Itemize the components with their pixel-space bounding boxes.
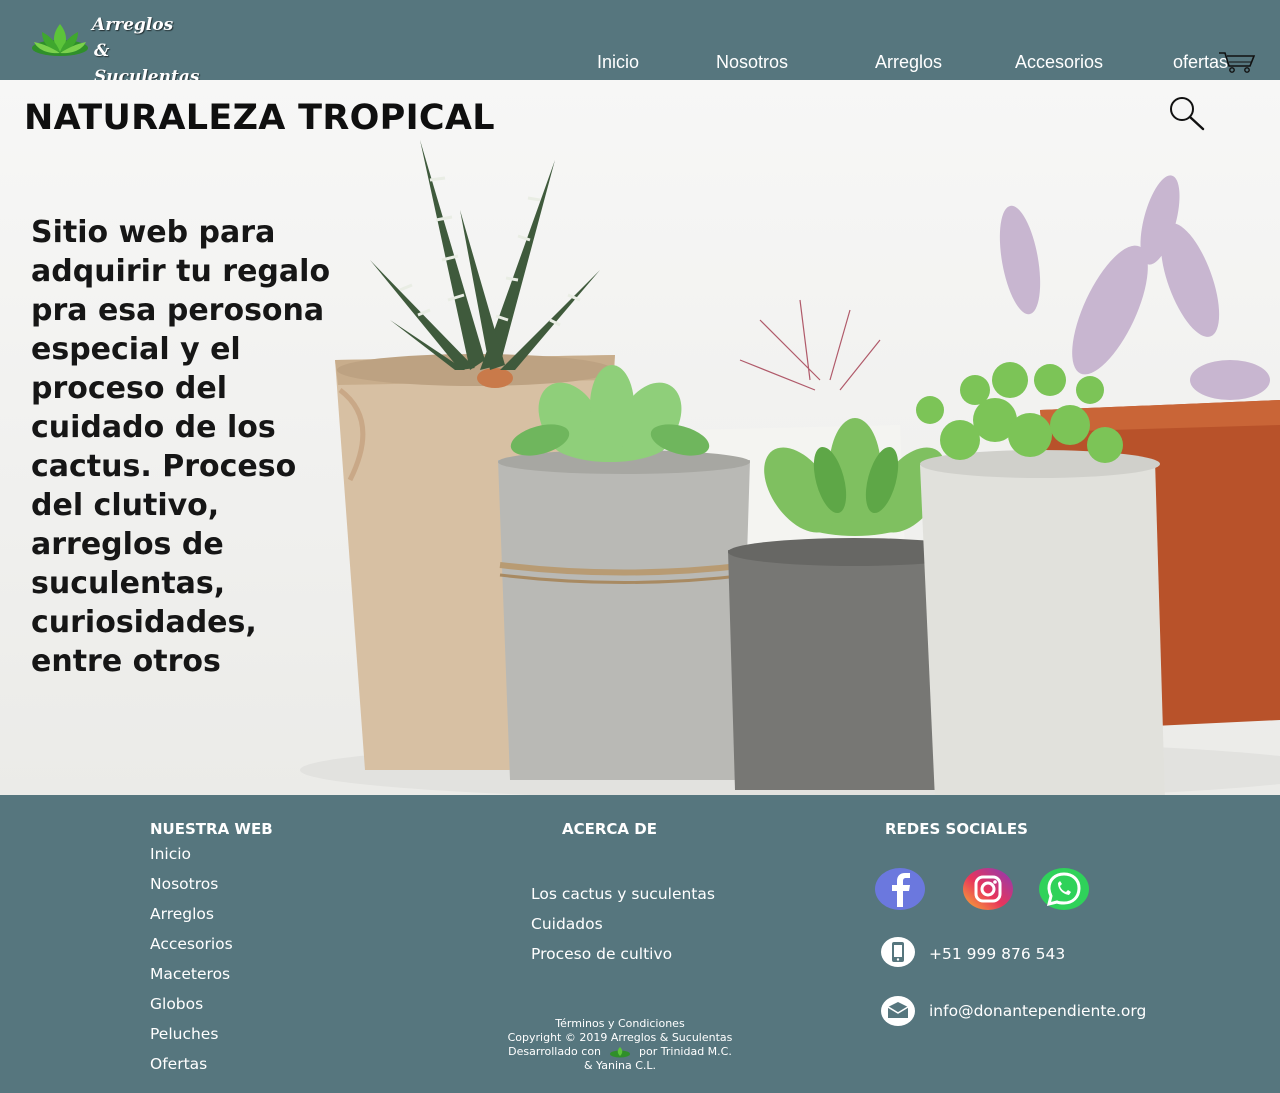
email-icon: [881, 996, 915, 1026]
hero-section: NATURALEZA TROPICAL Sitio web para adqui…: [0, 80, 1280, 795]
terms-link[interactable]: Términos y Condiciones: [490, 1017, 750, 1031]
footer-link-cactus-suculentas[interactable]: Los cactus y suculentas: [531, 885, 715, 903]
footer-link-arreglos[interactable]: Arreglos: [150, 905, 214, 923]
nav-item-nosotros[interactable]: Nosotros: [716, 52, 788, 73]
footer-link-inicio[interactable]: Inicio: [150, 845, 191, 863]
developer-line-2: & Yanina C.L.: [583, 1059, 657, 1072]
whatsapp-icon[interactable]: [1038, 867, 1090, 911]
site-footer: NUESTRA WEB Inicio Nosotros Arreglos Acc…: [0, 795, 1280, 1093]
footer-link-nosotros[interactable]: Nosotros: [150, 875, 218, 893]
footer-link-accesorios[interactable]: Accesorios: [150, 935, 233, 953]
brand-name: Arreglos & Suculentas: [92, 12, 200, 90]
hero-description: Sitio web para adquirir tu regalo pra es…: [31, 215, 331, 679]
instagram-icon[interactable]: [962, 867, 1014, 911]
lotus-leaves-icon: [610, 1047, 631, 1058]
shopping-cart-icon[interactable]: [1218, 50, 1256, 74]
footer-heading-nuestra-web: NUESTRA WEB: [150, 820, 273, 838]
footer-link-proceso-cultivo[interactable]: Proceso de cultivo: [531, 945, 672, 963]
footer-link-cuidados[interactable]: Cuidados: [531, 915, 603, 933]
footer-legal: Términos y Condiciones Copyright © 2019 …: [490, 1017, 750, 1073]
brand-line-1: Arreglos: [92, 15, 174, 35]
footer-link-maceteros[interactable]: Maceteros: [150, 965, 230, 983]
footer-heading-redes-sociales: REDES SOCIALES: [885, 820, 1028, 838]
contact-phone[interactable]: +51 999 876 543: [929, 945, 1065, 963]
phone-icon: [881, 937, 915, 967]
nav-item-accesorios[interactable]: Accesorios: [1015, 52, 1103, 73]
nav-item-arreglos[interactable]: Arreglos: [875, 52, 942, 73]
footer-link-peluches[interactable]: Peluches: [150, 1025, 218, 1043]
developer-suffix: por Trinidad M.C.: [639, 1045, 732, 1058]
footer-heading-acerca-de: ACERCA DE: [562, 820, 657, 838]
main-nav: Inicio Nosotros Arreglos Accesorios ofer…: [0, 52, 1280, 76]
footer-link-globos[interactable]: Globos: [150, 995, 203, 1013]
facebook-icon[interactable]: [874, 867, 926, 911]
copyright-text: Copyright © 2019 Arreglos & Suculentas: [507, 1031, 733, 1044]
nav-item-inicio[interactable]: Inicio: [597, 52, 639, 73]
magnifier-icon[interactable]: [1166, 94, 1206, 132]
developer-line: Desarrollado con por Trinidad M.C.: [490, 1045, 750, 1059]
developer-prefix: Desarrollado con: [508, 1045, 602, 1058]
footer-link-ofertas[interactable]: Ofertas: [150, 1055, 207, 1073]
page-title: NATURALEZA TROPICAL: [24, 98, 495, 138]
site-header: Arreglos & Suculentas Inicio Nosotros Ar…: [0, 0, 1280, 87]
contact-email[interactable]: info@donantependiente.org: [929, 1002, 1146, 1020]
